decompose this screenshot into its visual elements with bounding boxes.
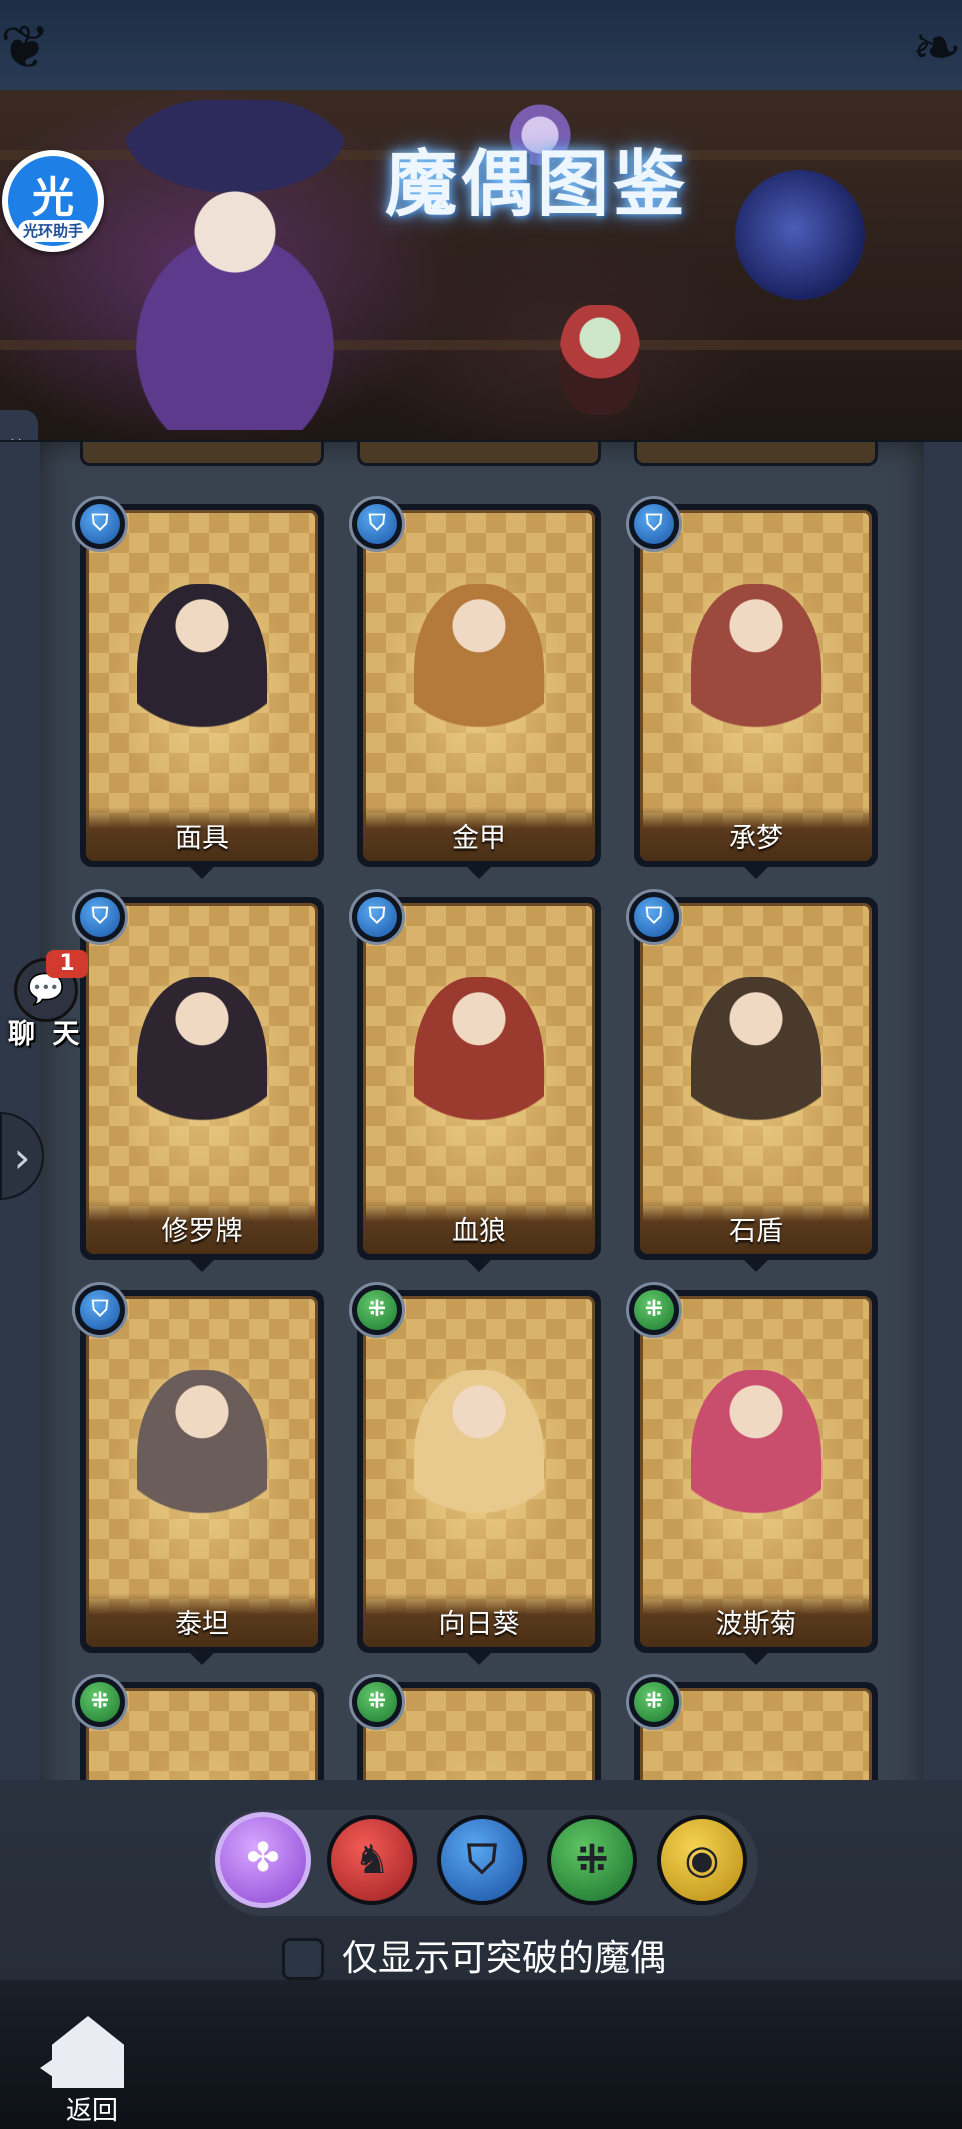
chat-label: 聊 天 <box>8 1019 84 1050</box>
doll-portrait <box>414 583 544 774</box>
back-label: 返回 <box>66 2096 119 2126</box>
clover-icon[interactable]: ✤ <box>215 1812 311 1908</box>
breakthrough-only-label[interactable]: 仅显示可突破的魔偶 <box>342 1934 666 1984</box>
light-element-icon[interactable]: ◉ <box>657 1815 747 1905</box>
wood-element-icon: ⁜ <box>626 1282 682 1338</box>
chat-button[interactable]: 💬 1 聊 天 <box>6 950 88 1060</box>
breakthrough-only-checkbox[interactable] <box>282 1938 324 1980</box>
doll-portrait <box>691 583 821 774</box>
water-element-icon: ⛉ <box>626 496 682 552</box>
doll-name: 血狼 <box>363 1200 595 1254</box>
water-element-icon: ⛉ <box>349 496 405 552</box>
doll-card[interactable]: 向日葵 ⁜ <box>349 1282 601 1665</box>
doll-card[interactable]: 面具 ⛉ <box>72 496 324 879</box>
doll-name: 石盾 <box>640 1200 872 1254</box>
clown-doll-art <box>560 305 640 415</box>
water-element-icon: ⛉ <box>72 1282 128 1338</box>
doll-card[interactable]: 修罗牌 ⛉ <box>72 889 324 1272</box>
doll-card[interactable]: 承梦 ⛉ <box>626 496 878 879</box>
bear-doll-art <box>735 170 865 300</box>
doll-portrait <box>691 976 821 1167</box>
doll-card[interactable]: 波斯菊 ⁜ <box>626 1282 878 1665</box>
wood-element-icon: ⁜ <box>72 1674 128 1730</box>
doll-portrait <box>414 1369 544 1560</box>
water-element-icon[interactable]: ⛉ <box>437 1815 527 1905</box>
previous-row-card <box>634 442 878 466</box>
previous-row-card <box>80 442 324 466</box>
wood-element-icon[interactable]: ⁜ <box>547 1815 637 1905</box>
doll-name: 承梦 <box>640 807 872 861</box>
doll-gallery[interactable]: 面具 ⛉ 金甲 ⛉ 承梦 ⛉ 修罗牌 ⛉ 血狼 ⛉ 石盾 ⛉ 泰坦 ⛉ 向日葵 ⁜ 波斯菊 ⁜ ⁜ ⁜ ⁜ <box>0 440 962 1842</box>
back-button[interactable]: 返回 <box>40 2010 140 2126</box>
doll-portrait <box>414 976 544 1167</box>
wood-element-icon: ⁜ <box>349 1674 405 1730</box>
doll-card[interactable]: 金甲 ⛉ <box>349 496 601 879</box>
ornament-icon: ❦ <box>0 13 51 83</box>
water-element-icon: ⛉ <box>626 889 682 945</box>
doll-portrait <box>137 976 267 1167</box>
doll-card[interactable]: 石盾 ⛉ <box>626 889 878 1272</box>
top-bar: ❦ ❧ <box>0 0 962 93</box>
fire-element-icon[interactable]: ♞ <box>327 1815 417 1905</box>
unread-badge: 1 <box>46 950 88 978</box>
helper-logo-icon: 光 <box>31 173 74 222</box>
doll-name: 面具 <box>86 807 318 861</box>
wood-element-icon: ⁜ <box>349 1282 405 1338</box>
helper-button[interactable]: 光 光环助手 <box>2 150 104 252</box>
previous-row-card <box>357 442 601 466</box>
doll-name: 波斯菊 <box>640 1593 872 1647</box>
back-arrow-icon <box>40 2050 66 2086</box>
ornament-icon: ❧ <box>911 13 962 83</box>
doll-name: 金甲 <box>363 807 595 861</box>
page-title: 魔偶图鉴 <box>385 141 690 226</box>
water-element-icon: ⛉ <box>72 889 128 945</box>
doll-name: 泰坦 <box>86 1593 318 1647</box>
doll-card[interactable]: 泰坦 ⛉ <box>72 1282 324 1665</box>
doll-portrait <box>691 1369 821 1560</box>
doll-portrait <box>137 583 267 774</box>
water-element-icon: ⛉ <box>349 889 405 945</box>
witch-character-art <box>90 100 380 430</box>
doll-card[interactable]: 血狼 ⛉ <box>349 889 601 1272</box>
water-element-icon: ⛉ <box>72 496 128 552</box>
wood-element-icon: ⁜ <box>626 1674 682 1730</box>
helper-label: 光环助手 <box>18 220 88 242</box>
doll-name: 向日葵 <box>363 1593 595 1647</box>
doll-name: 修罗牌 <box>86 1200 318 1254</box>
doll-portrait <box>137 1369 267 1560</box>
